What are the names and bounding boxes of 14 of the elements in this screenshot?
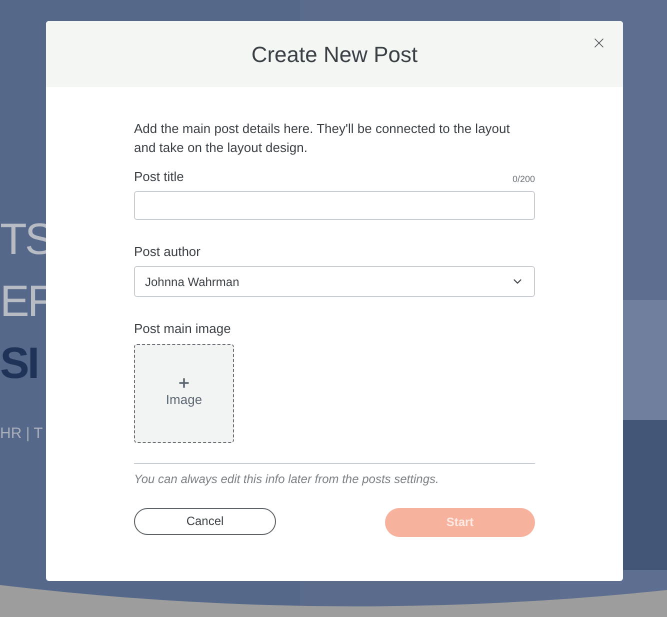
plus-icon bbox=[177, 376, 191, 390]
intro-text: Add the main post details here. They'll be connected to the layout and take on the layout design. bbox=[134, 120, 511, 157]
add-image-button[interactable]: Image bbox=[134, 344, 234, 442]
cancel-button[interactable]: Cancel bbox=[134, 508, 276, 534]
field-label: Post main image bbox=[134, 320, 232, 338]
dialog-title: Create New Post bbox=[251, 40, 418, 68]
character-counter: 0/200 bbox=[512, 173, 535, 186]
background-text: HR | T bbox=[0, 426, 43, 441]
note-text: You can always edit this info later from the posts settings. bbox=[134, 470, 440, 488]
post-title-field[interactable] bbox=[134, 190, 535, 220]
field-label: Post author bbox=[134, 242, 202, 260]
field-label: Post title bbox=[134, 168, 184, 186]
dropdown-value: Johnna Wahrman bbox=[145, 274, 240, 290]
author-dropdown[interactable]: Johnna Wahrman bbox=[134, 266, 535, 297]
